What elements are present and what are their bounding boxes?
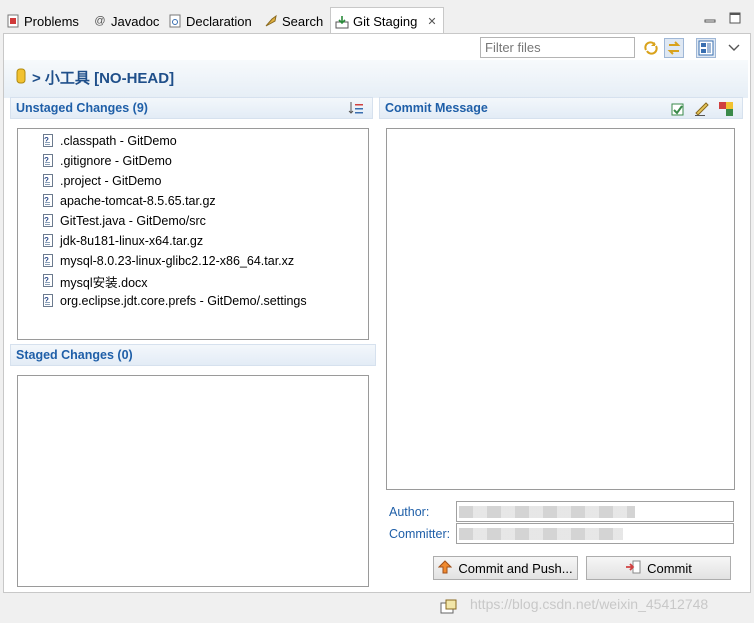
unstaged-file-item[interactable]: ? mysql-8.0.23-linux-glibc2.12-x86_64.tar… [43, 251, 307, 271]
file-icon: ? [43, 174, 55, 188]
author-field[interactable] [456, 501, 734, 522]
commit-icon [625, 560, 641, 577]
file-name: GitTest.java - GitDemo/src [60, 214, 206, 228]
unstaged-file-item[interactable]: ? GitTest.java - GitDemo/src [43, 211, 307, 231]
layout-icon[interactable] [696, 38, 716, 58]
staged-changes-header: Staged Changes (0) [10, 344, 376, 366]
tab-label: Declaration [186, 13, 252, 29]
change-id-icon[interactable] [718, 101, 734, 120]
redacted-author [459, 506, 635, 518]
link-selection-icon[interactable] [664, 38, 684, 58]
repository-name: > 小工具 [NO-HEAD] [32, 70, 175, 87]
problems-icon [6, 14, 20, 28]
unstaged-file-item[interactable]: ? .project - GitDemo [43, 171, 307, 191]
filter-files-input[interactable]: Filter files [480, 37, 635, 58]
file-icon: ? [43, 234, 55, 248]
unstaged-file-item[interactable]: ? .gitignore - GitDemo [43, 151, 307, 171]
file-icon: ? [43, 294, 55, 308]
javadoc-icon: @ [94, 15, 106, 27]
tab-search[interactable]: Search [264, 8, 323, 34]
file-name: .classpath - GitDemo [60, 134, 177, 148]
commit-button[interactable]: Commit [586, 556, 731, 580]
tab-label: Problems [24, 13, 79, 29]
unstaged-file-item[interactable]: ? org.eclipse.jdt.core.prefs - GitDemo/.s… [43, 291, 307, 311]
tab-label: Search [282, 13, 324, 29]
view-menu-icon[interactable] [724, 38, 744, 58]
repository-icon [16, 68, 26, 88]
unstaged-file-item[interactable]: ? .classpath - GitDemo [43, 131, 307, 151]
tab-label: Javadoc [111, 13, 160, 29]
amend-icon[interactable] [670, 101, 686, 120]
file-name: apache-tomcat-8.5.65.tar.gz [60, 194, 216, 208]
redacted-committer [459, 528, 623, 540]
unstaged-file-item[interactable]: ? mysql安装.docx [43, 271, 307, 291]
unstaged-changes-title: Unstaged Changes (9) [16, 101, 148, 115]
committer-label: Committer: [389, 527, 451, 541]
file-name: .project - GitDemo [60, 174, 162, 188]
tab-javadoc[interactable]: @ Javadoc [93, 8, 159, 34]
committer-field[interactable] [456, 523, 734, 544]
minimize-icon[interactable] [704, 12, 716, 24]
unstaged-file-list[interactable]: ? .classpath - GitDemo? .gitignore - GitDe… [17, 128, 369, 340]
file-name: mysql-8.0.23-linux-glibc2.12-x86_64.tar.… [60, 254, 295, 268]
staged-changes-title: Staged Changes (0) [16, 348, 133, 362]
commit-and-push-button[interactable]: Commit and Push... [433, 556, 578, 580]
watermark-text: https://blog.csdn.net/weixin_45412748 [470, 596, 709, 612]
file-name: org.eclipse.jdt.core.prefs - GitDemo/.se… [60, 294, 307, 308]
commit-label: Commit [647, 560, 692, 576]
file-icon: ? [43, 194, 55, 208]
status-icon[interactable] [440, 599, 458, 618]
tab-declaration[interactable]: Declaration [168, 8, 252, 34]
close-icon[interactable]: ✕ [427, 15, 436, 28]
refresh-icon[interactable] [641, 38, 661, 58]
search-icon [264, 14, 278, 28]
file-icon: ? [43, 274, 55, 288]
unstaged-file-item[interactable]: ? apache-tomcat-8.5.65.tar.gz [43, 191, 307, 211]
unstaged-changes-header: Unstaged Changes (9) [10, 97, 373, 119]
git-staging-view: Filter files > 小工具 [NO-HEAD] Unstaged Ch… [3, 33, 751, 593]
maximize-icon[interactable] [729, 12, 741, 24]
file-name: .gitignore - GitDemo [60, 154, 172, 168]
unstaged-file-item[interactable]: ? jdk-8u181-linux-x64.tar.gz [43, 231, 307, 251]
tab-label: Git Staging [353, 14, 418, 29]
commit-and-push-label: Commit and Push... [458, 560, 573, 576]
sort-icon[interactable] [348, 101, 364, 118]
file-icon: ? [43, 214, 55, 228]
commit-message-header: Commit Message [379, 97, 743, 119]
repository-title: > 小工具 [NO-HEAD] [16, 67, 174, 88]
commit-message-title: Commit Message [385, 101, 488, 115]
tab-problems[interactable]: Problems [6, 8, 79, 34]
file-name: jdk-8u181-linux-x64.tar.gz [60, 234, 204, 248]
push-icon [438, 559, 453, 577]
file-icon: ? [43, 154, 55, 168]
commit-message-input[interactable] [386, 128, 735, 490]
git-staging-icon [335, 15, 349, 29]
file-icon: ? [43, 134, 55, 148]
staged-file-list[interactable] [17, 375, 369, 587]
view-tab-bar: Problems @ Javadoc Declaration Search Gi… [0, 0, 754, 35]
declaration-icon [168, 14, 182, 28]
file-icon: ? [43, 254, 55, 268]
author-label: Author: [389, 505, 430, 519]
signed-off-icon[interactable] [694, 101, 710, 120]
file-name: mysql安装.docx [60, 275, 148, 290]
tab-git-staging[interactable]: Git Staging ✕ [330, 7, 444, 35]
